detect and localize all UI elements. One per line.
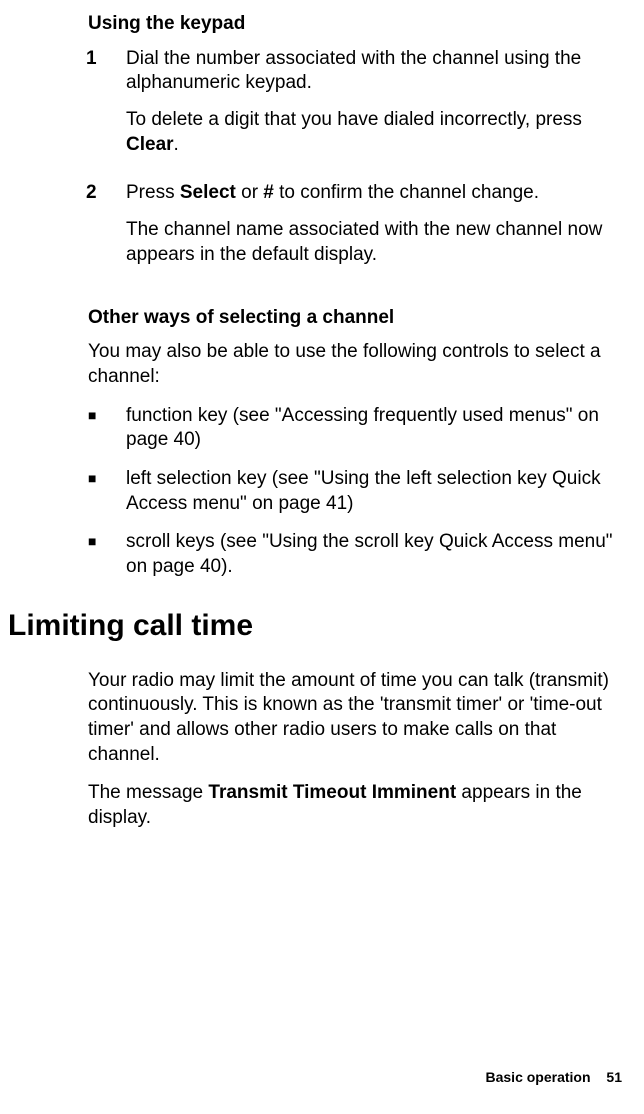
other-heading: Other ways of selecting a channel <box>88 306 622 331</box>
bullet-text: scroll keys (see "Using the scroll key Q… <box>126 530 622 579</box>
text: . <box>174 134 179 155</box>
bold-text: # <box>263 182 274 203</box>
step-content: Press Select or # to confirm the channel… <box>126 181 622 279</box>
text: to confirm the channel change. <box>274 182 539 203</box>
step-number: 2 <box>86 181 126 279</box>
text: Dial the number associated with the chan… <box>126 48 581 94</box>
bold-text: Clear <box>126 134 174 155</box>
step-number: 1 <box>86 47 126 170</box>
other-ways-section: Other ways of selecting a channel You ma… <box>88 306 622 580</box>
bullet-item: ■ scroll keys (see "Using the scroll key… <box>88 530 622 579</box>
bullet-item: ■ left selection key (see "Using the lef… <box>88 467 622 516</box>
text: Press <box>126 182 180 203</box>
text: The channel name associated with the new… <box>126 219 602 265</box>
bullet-square-icon: ■ <box>88 530 126 579</box>
text: or <box>236 182 263 203</box>
text: The message <box>88 782 208 803</box>
step-para: Press Select or # to confirm the channel… <box>126 181 622 206</box>
text: To delete a digit that you have dialed i… <box>126 109 582 130</box>
bold-text: Select <box>180 182 236 203</box>
step-para: The channel name associated with the new… <box>126 218 622 267</box>
limiting-para2: The message Transmit Timeout Imminent ap… <box>88 781 622 830</box>
bold-text: Transmit Timeout Imminent <box>208 782 456 803</box>
step-para: Dial the number associated with the chan… <box>126 47 622 96</box>
page-content: Using the keypad 1 Dial the number assoc… <box>0 0 644 831</box>
page-footer: Basic operation 51 <box>486 1068 623 1086</box>
step-2: 2 Press Select or # to confirm the chann… <box>86 181 622 279</box>
footer-label: Basic operation <box>486 1069 591 1085</box>
bullet-square-icon: ■ <box>88 404 126 453</box>
limiting-heading: Limiting call time <box>8 606 622 645</box>
footer-page-number: 51 <box>606 1069 622 1085</box>
limiting-para1: Your radio may limit the amount of time … <box>88 669 622 768</box>
keypad-heading: Using the keypad <box>88 12 622 37</box>
step-para: To delete a digit that you have dialed i… <box>126 108 622 157</box>
intro-para: You may also be able to use the followin… <box>88 340 622 389</box>
bullet-square-icon: ■ <box>88 467 126 516</box>
bullet-item: ■ function key (see "Accessing frequentl… <box>88 404 622 453</box>
bullet-text: left selection key (see "Using the left … <box>126 467 622 516</box>
step-1: 1 Dial the number associated with the ch… <box>86 47 622 170</box>
step-content: Dial the number associated with the chan… <box>126 47 622 170</box>
bullet-text: function key (see "Accessing frequently … <box>126 404 622 453</box>
